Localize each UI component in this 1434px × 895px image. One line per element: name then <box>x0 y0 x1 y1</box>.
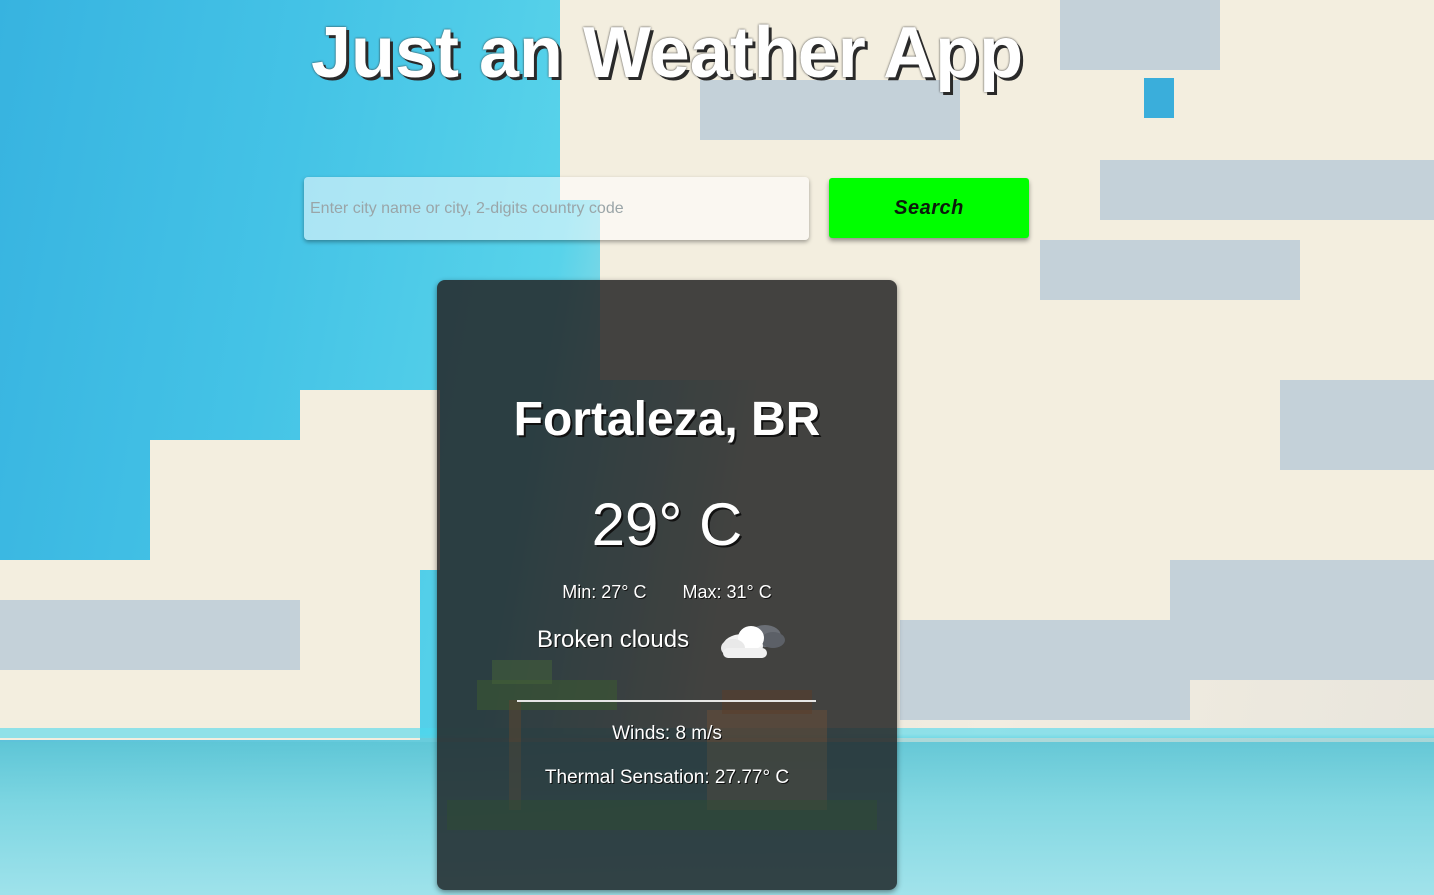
min-temperature: Min: 27° C <box>562 582 647 602</box>
search-button[interactable]: Search <box>829 178 1029 238</box>
cloud-icon <box>717 618 787 662</box>
min-max-row: Min: 27° C Max: 31° C <box>437 582 897 603</box>
max-temperature: Max: 31° C <box>682 582 772 602</box>
condition-row: Broken clouds <box>537 618 787 662</box>
city-search-input[interactable] <box>304 177 809 240</box>
location-name: Fortaleza, BR <box>513 393 821 446</box>
divider <box>517 700 816 702</box>
current-temperature: 29° C <box>591 491 743 558</box>
weather-condition: Broken clouds <box>537 626 690 653</box>
wind-speed: Winds: 8 m/s <box>612 723 722 744</box>
app-title: Just an Weather App <box>310 13 1024 93</box>
weather-card: Fortaleza, BR 29° C Min: 27° C Max: 31° … <box>437 280 897 890</box>
thermal-sensation: Thermal Sensation: 27.77° C <box>544 767 790 788</box>
